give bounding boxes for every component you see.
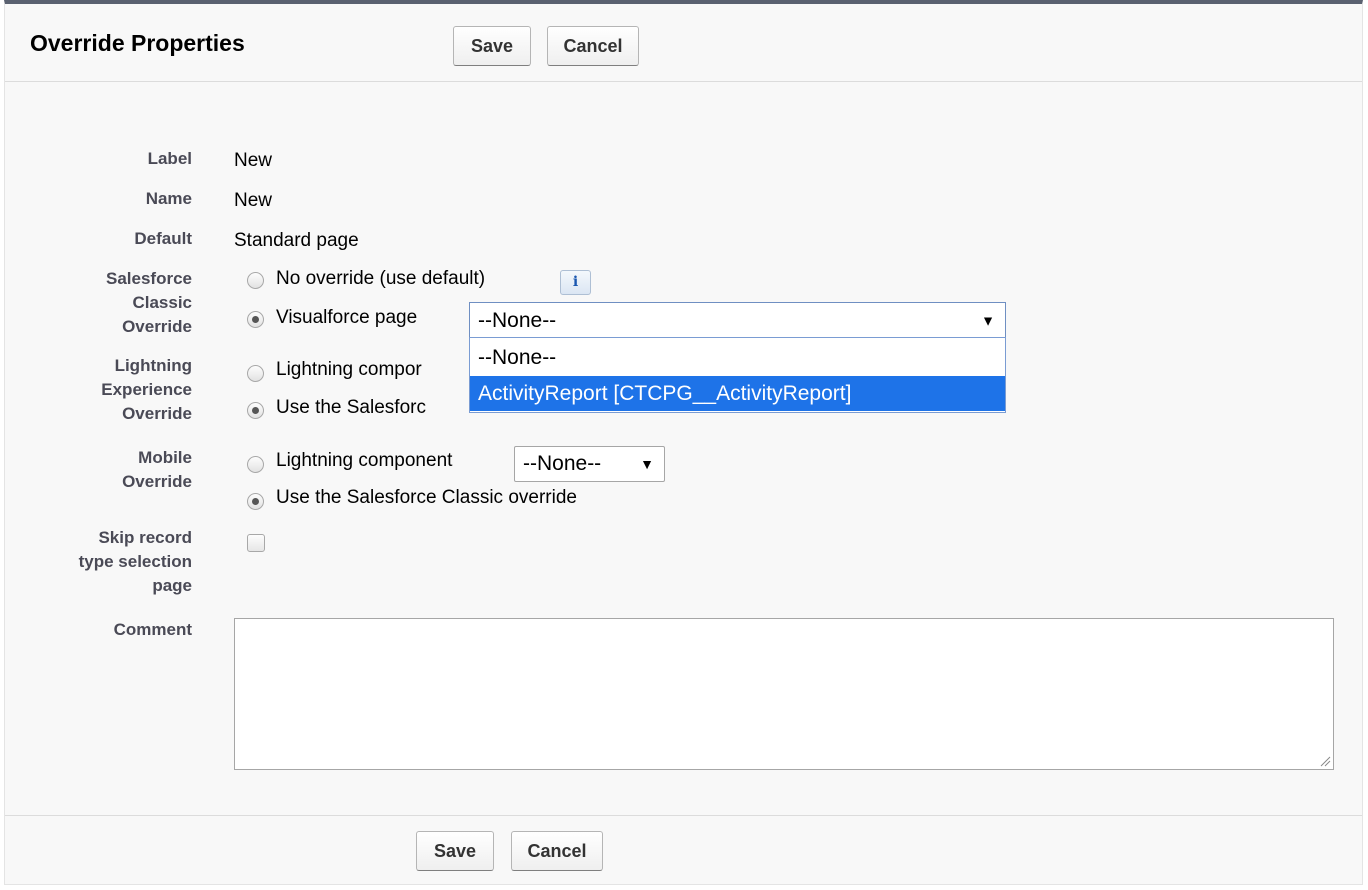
visualforce-page-dropdown-list: --None-- ActivityReport [CTCPG__Activity… — [469, 337, 1006, 413]
no-override-option-label: No override (use default) — [276, 268, 486, 289]
mobile-lightning-component-option-label: Lightning component — [276, 450, 453, 471]
mobile-lightning-component-radio[interactable] — [247, 456, 264, 473]
chevron-down-icon: ▼ — [981, 312, 995, 328]
cancel-button[interactable]: Cancel — [547, 26, 639, 66]
chevron-down-icon: ▼ — [640, 456, 654, 472]
label-field-label: Label — [147, 149, 192, 168]
mobile-override-label: Mobile Override — [122, 448, 192, 491]
visualforce-page-option-label: Visualforce page — [276, 307, 418, 328]
use-classic-override-radio[interactable] — [247, 402, 264, 419]
label-field-value: New — [234, 150, 273, 171]
default-field-value: Standard page — [234, 230, 359, 251]
mobile-component-select[interactable]: --None-- ▼ — [514, 446, 665, 482]
dropdown-option-activityreport[interactable]: ActivityReport [CTCPG__ActivityReport] — [470, 376, 1005, 411]
mobile-component-select-value: --None-- — [523, 452, 602, 475]
skip-record-type-label: Skip record type selection page — [78, 528, 192, 595]
classic-override-label: Salesforce Classic Override — [106, 269, 192, 336]
save-button[interactable]: Save — [453, 26, 531, 66]
page-header: Override Properties Save Cancel — [5, 4, 1362, 82]
lightning-component-option-label: Lightning compor — [276, 359, 422, 380]
mobile-use-classic-override-option-label: Use the Salesforce Classic override — [276, 487, 577, 508]
footer-save-button[interactable]: Save — [416, 831, 494, 871]
dropdown-option-none[interactable]: --None-- — [470, 340, 1005, 375]
comment-textarea[interactable] — [234, 618, 1334, 770]
skip-record-type-checkbox[interactable] — [247, 534, 265, 552]
lightning-component-radio[interactable] — [247, 365, 264, 382]
default-field-label: Default — [134, 229, 192, 248]
name-field-value: New — [234, 190, 273, 211]
resize-handle-icon[interactable] — [1319, 755, 1331, 767]
name-field-label: Name — [145, 189, 192, 208]
footer-cancel-button[interactable]: Cancel — [511, 831, 603, 871]
mobile-use-classic-override-radio[interactable] — [247, 493, 264, 510]
page-footer: Save Cancel — [5, 815, 1362, 889]
info-icon[interactable]: i — [560, 270, 591, 295]
lightning-override-label: Lightning Experience Override — [101, 356, 192, 423]
visualforce-page-select-value: --None-- — [478, 309, 557, 332]
comment-label: Comment — [113, 620, 192, 639]
use-classic-override-option-label: Use the Salesforc — [276, 397, 426, 418]
page-title: Override Properties — [30, 30, 245, 56]
visualforce-page-radio[interactable] — [247, 311, 264, 328]
override-properties-panel: Override Properties Save Cancel Label Ne… — [4, 0, 1363, 885]
no-override-radio[interactable] — [247, 272, 264, 289]
visualforce-page-select[interactable]: --None-- ▼ — [469, 302, 1006, 339]
